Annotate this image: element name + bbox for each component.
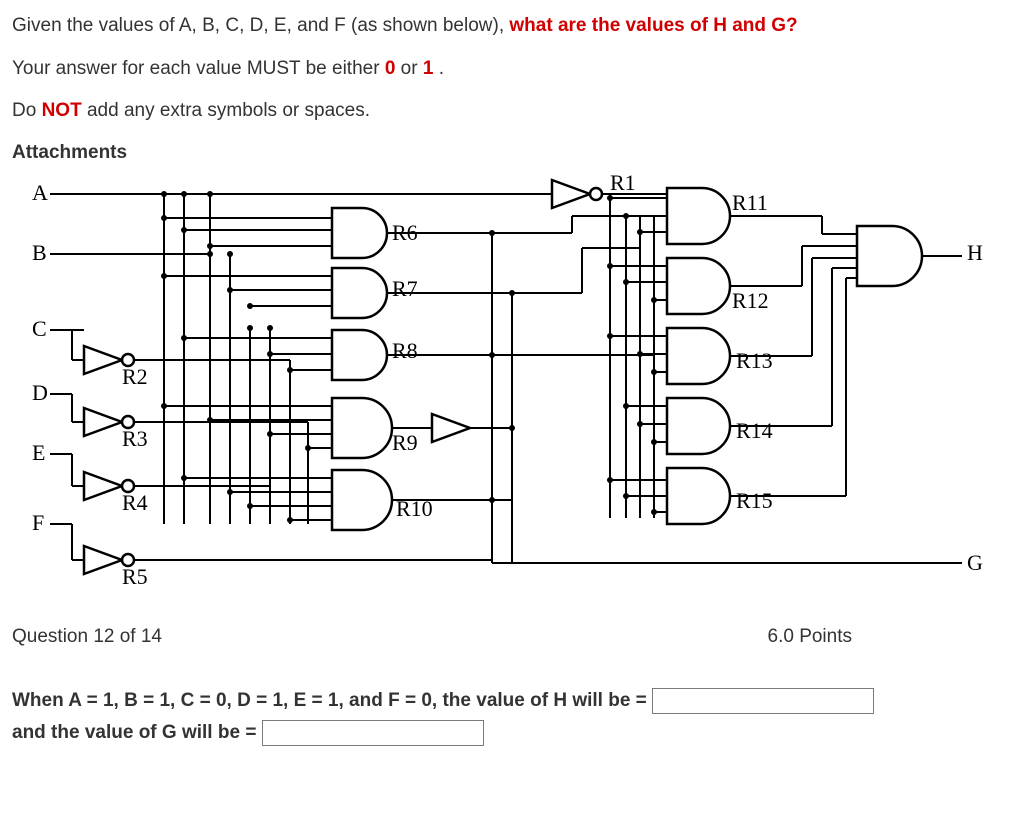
inverter-R1: R1 [552,170,636,208]
prompt-line3-not: NOT [42,100,82,121]
input-label-E: E [32,440,45,465]
inverter-R4: R4 [84,472,148,515]
input-label-A: A [32,180,48,205]
gate-label-R8: R8 [392,338,418,363]
input-label-C: C [32,316,47,341]
inverter-R5: R5 [84,546,148,589]
question-prompt-line1: Given the values of A, B, C, D, E, and F… [12,14,1012,39]
gate-label-R14: R14 [736,418,773,443]
inverter-label-R2: R2 [122,364,148,389]
inverter-label-R4: R4 [122,490,148,515]
output-label-H: H [967,240,983,265]
answer-block: When A = 1, B = 1, C = 0, D = 1, E = 1, … [12,688,1012,746]
prompt-line2-or: or [401,58,423,79]
prompt-line1-prefix: Given the values of A, B, C, D, E, and F… [12,15,509,36]
gate-label-R12: R12 [732,288,769,313]
attachments-header: Attachments [12,142,1012,164]
inverter-R2: R2 [84,346,148,389]
inverter-label-R5: R5 [122,564,148,589]
prompt-line2-zero: 0 [385,58,396,79]
input-label-B: B [32,240,47,265]
input-label-F: F [32,510,44,535]
gate-label-R9: R9 [392,430,418,455]
inverter-label-R3: R3 [122,426,148,451]
inverter-R3: R3 [84,408,148,451]
input-label-D: D [32,380,48,405]
prompt-line2-suffix: . [439,58,444,79]
inverter-label-R1: R1 [610,170,636,195]
buffer-after-R9 [432,414,470,442]
gate-output-H [857,226,922,286]
gate-label-R13: R13 [736,348,773,373]
output-label-G: G [967,550,983,575]
answer-text-H: When A = 1, B = 1, C = 0, D = 1, E = 1, … [12,690,647,711]
question-progress: Question 12 of 14 [12,626,162,648]
prompt-line1-highlight: what are the values of H and G? [509,15,797,36]
question-prompt-line2: Your answer for each value MUST be eithe… [12,57,1012,82]
prompt-line3-prefix: Do [12,100,42,121]
question-prompt-line3: Do NOT add any extra symbols or spaces. [12,99,1012,124]
prompt-line2-one: 1 [423,58,434,79]
gate-label-R11: R11 [732,190,768,215]
prompt-line3-suffix: add any extra symbols or spaces. [87,100,370,121]
answer-input-H[interactable] [652,688,874,714]
answer-text-G: and the value of G will be = [12,722,256,743]
prompt-line2-prefix: Your answer for each value MUST be eithe… [12,58,385,79]
gate-label-R7: R7 [392,276,418,301]
question-points: 6.0 Points [768,626,853,648]
answer-input-G[interactable] [262,720,484,746]
logic-diagram: A B C D E F H G R1 R2 R3 R4 R5 R6 [12,168,1002,628]
gate-label-R15: R15 [736,488,773,513]
